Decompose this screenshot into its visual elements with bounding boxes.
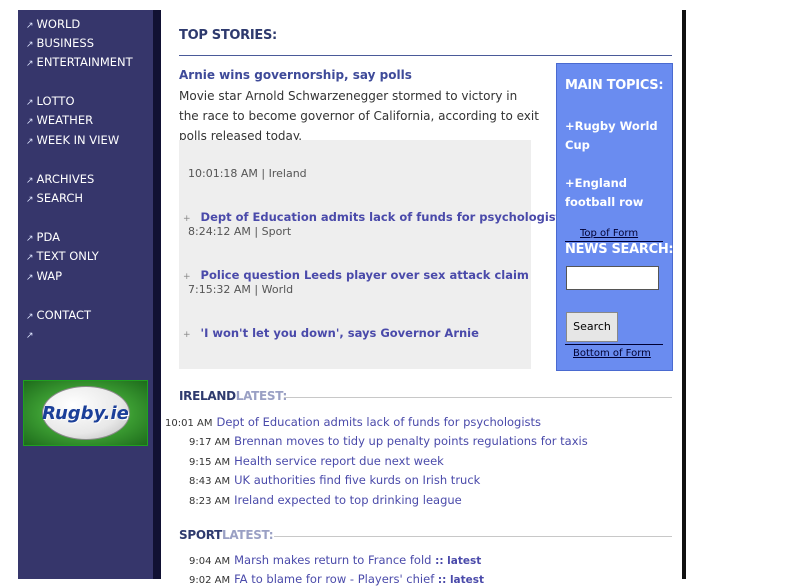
news-link[interactable]: Brennan moves to tidy up penalty points … bbox=[234, 434, 588, 448]
story-link[interactable]: Police question Leeds player over sex at… bbox=[201, 268, 529, 282]
sidebar-nav: ↗ WORLD ↗ BUSINESS ↗ ENTERTAINMENT ↗ LOTTO ↗… bbox=[18, 10, 153, 579]
news-row: 8:23 AM Ireland expected to top drinking … bbox=[189, 493, 462, 507]
lead-story-time: 10:01:18 AM | Ireland bbox=[188, 167, 307, 180]
news-time: 9:15 AM bbox=[189, 457, 231, 468]
nav-link-wap[interactable]: ↗ WAP bbox=[26, 267, 62, 289]
arrow-icon: ↗ bbox=[26, 40, 34, 50]
sport-latest-title: SPORTLATEST: bbox=[179, 528, 274, 542]
nav-label: CONTACT bbox=[36, 308, 92, 322]
news-link[interactable]: FA to blame for row - Players' chief bbox=[234, 572, 434, 586]
main-content: TOP STORIES: Arnie wins governorship, sa… bbox=[160, 0, 682, 586]
topic-link-rugby-world-cup[interactable]: +Rugby World Cup bbox=[565, 117, 669, 155]
nav-label: ARCHIVES bbox=[36, 172, 95, 186]
main-topics-title: MAIN TOPICS: bbox=[565, 78, 664, 93]
latest-link[interactable]: :: latest bbox=[435, 555, 481, 567]
story-item: + 'I won't let you down', says Governor A… bbox=[183, 322, 479, 341]
news-time: 8:23 AM bbox=[189, 496, 231, 507]
bullet-icon: + bbox=[183, 214, 191, 224]
nav-label: PDA bbox=[36, 230, 61, 244]
arrow-icon: ↗ bbox=[26, 312, 34, 322]
news-search-title: NEWS SEARCH: bbox=[565, 242, 674, 257]
news-row: 10:01 AM Dept of Education admits lack of… bbox=[165, 415, 541, 429]
story-link[interactable]: 'I won't let you down', says Governor Ar… bbox=[201, 326, 479, 340]
nav-link-empty[interactable]: ↗ bbox=[26, 325, 37, 347]
news-time: 9:02 AM bbox=[189, 575, 231, 586]
section-title-light: LATEST: bbox=[222, 528, 274, 542]
news-link[interactable]: Health service report due next week bbox=[234, 454, 444, 468]
arrow-icon: ↗ bbox=[26, 253, 34, 263]
bullet-icon: + bbox=[183, 330, 191, 340]
nav-link-text-only[interactable]: ↗ TEXT ONLY bbox=[26, 247, 99, 269]
arrow-icon: ↗ bbox=[26, 117, 34, 127]
news-link[interactable]: UK authorities find five kurds on Irish … bbox=[234, 473, 480, 487]
news-link[interactable]: Marsh makes return to France fold bbox=[234, 553, 431, 567]
arrow-icon: ↗ bbox=[26, 195, 34, 205]
topic-link-england-football-row[interactable]: +England football row bbox=[565, 174, 669, 212]
form-divider-bottom bbox=[565, 344, 663, 345]
story-item: + Dept of Education admits lack of funds … bbox=[183, 206, 568, 225]
news-link[interactable]: Dept of Education admits lack of funds f… bbox=[216, 415, 541, 429]
nav-label: SEARCH bbox=[36, 191, 84, 205]
nav-label: ENTERTAINMENT bbox=[36, 55, 133, 69]
arrow-icon: ↗ bbox=[26, 21, 34, 31]
nav-link-search[interactable]: ↗ SEARCH bbox=[26, 189, 83, 211]
section-title-light: LATEST: bbox=[235, 389, 288, 403]
news-row: 9:15 AM Health service report due next we… bbox=[189, 454, 444, 468]
nav-label: BUSINESS bbox=[36, 36, 95, 50]
news-time: 10:01 AM bbox=[165, 418, 213, 429]
news-row: 8:43 AM UK authorities find five kurds on… bbox=[189, 473, 480, 487]
arrow-icon: ↗ bbox=[26, 234, 34, 244]
ireland-latest-title: IRELANDLATEST: bbox=[179, 389, 287, 403]
arrow-icon: ↗ bbox=[26, 331, 34, 341]
nav-label: LOTTO bbox=[36, 94, 75, 108]
section-title-bold: IRELAND bbox=[179, 389, 236, 403]
story-item: + Police question Leeds player over sex a… bbox=[183, 264, 529, 283]
story-link[interactable]: Dept of Education admits lack of funds f… bbox=[201, 210, 568, 224]
news-row: 9:17 AM Brennan moves to tidy up penalty … bbox=[189, 434, 588, 448]
arrow-icon: ↗ bbox=[26, 176, 34, 186]
bullet-icon: + bbox=[183, 272, 191, 282]
rugby-banner-logo: Rugby.ie bbox=[42, 403, 129, 424]
lead-story-summary: Movie star Arnold Schwarzenegger stormed… bbox=[179, 89, 539, 143]
news-search-input[interactable] bbox=[566, 266, 659, 290]
nav-link-week-in-view[interactable]: ↗ WEEK IN VIEW bbox=[26, 131, 119, 153]
nav-label: TEXT ONLY bbox=[36, 249, 99, 263]
news-row: 9:04 AM Marsh makes return to France fold… bbox=[189, 553, 481, 567]
news-time: 8:43 AM bbox=[189, 476, 231, 487]
sport-divider bbox=[274, 536, 672, 537]
arrow-icon: ↗ bbox=[26, 98, 34, 108]
arrow-icon: ↗ bbox=[26, 273, 34, 283]
search-button[interactable]: Search bbox=[566, 312, 618, 342]
latest-link[interactable]: :: latest bbox=[438, 574, 484, 586]
section-title-bold: SPORT bbox=[179, 528, 223, 542]
news-link[interactable]: Ireland expected to top drinking league bbox=[234, 493, 462, 507]
story-list: 10:01:18 AM | Ireland + Dept of Education… bbox=[179, 140, 568, 369]
main-topics-panel: MAIN TOPICS: +Rugby World Cup +England f… bbox=[556, 63, 674, 371]
story-time: 7:15:32 AM | World bbox=[188, 283, 294, 296]
lead-story-headline[interactable]: Arnie wins governorship, say polls bbox=[179, 68, 412, 82]
top-stories-divider bbox=[179, 55, 672, 56]
top-stories-title: TOP STORIES: bbox=[179, 28, 277, 43]
nav-link-weather[interactable]: ↗ WEATHER bbox=[26, 111, 93, 133]
right-divider bbox=[682, 10, 686, 579]
nav-label: WAP bbox=[36, 269, 63, 283]
top-of-form-label: Top of Form bbox=[580, 228, 639, 239]
bottom-of-form-label: Bottom of Form bbox=[573, 348, 651, 359]
nav-label: WORLD bbox=[36, 17, 81, 31]
nav-label: WEEK IN VIEW bbox=[36, 133, 120, 147]
ireland-divider bbox=[284, 397, 672, 398]
nav-label: WEATHER bbox=[36, 113, 94, 127]
news-time: 9:04 AM bbox=[189, 556, 231, 567]
news-time: 9:17 AM bbox=[189, 437, 231, 448]
rugby-banner[interactable]: Rugby.ie bbox=[23, 380, 148, 446]
arrow-icon: ↗ bbox=[26, 59, 34, 69]
news-row: 9:02 AM FA to blame for row - Players' ch… bbox=[189, 572, 484, 586]
story-time: 8:24:12 AM | Sport bbox=[188, 225, 292, 238]
arrow-icon: ↗ bbox=[26, 137, 34, 147]
nav-link-entertainment[interactable]: ↗ ENTERTAINMENT bbox=[26, 53, 133, 75]
